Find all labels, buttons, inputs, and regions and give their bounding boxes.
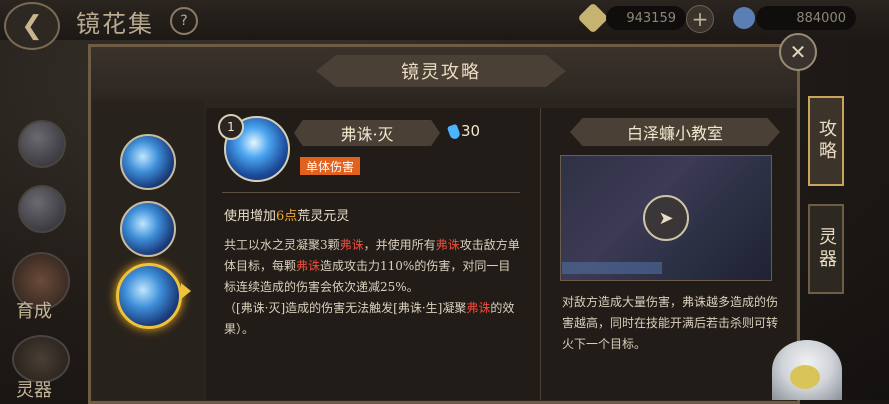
close-icon: ✕ (789, 40, 807, 64)
desc-part: ，并使用所有 (363, 238, 436, 252)
back-arrow-icon: ❮ (21, 11, 43, 41)
skill-orb-1[interactable] (120, 134, 176, 190)
tips-title-bar: 白泽蠊小教室 (570, 118, 780, 146)
desc-keyword: 弗诛 (466, 301, 491, 315)
tab-artifact[interactable]: 灵器 (808, 204, 844, 294)
desc-part: （[弗诛·灭]造成的伤害无法触发[弗诛·生]凝聚 (224, 301, 467, 315)
add-currency-button[interactable]: + (686, 5, 714, 33)
play-button[interactable]: ➤ (643, 195, 689, 241)
skill-name: 弗诛·灭 (340, 125, 394, 144)
close-button[interactable]: ✕ (779, 33, 817, 71)
tips-title: 白泽蠊小教室 (626, 124, 723, 143)
skill-orb-2[interactable] (120, 201, 176, 257)
skill-description: 共工以水之灵凝聚3颗弗诛，并使用所有弗诛攻击敌方单体目标，每颗弗诛造成攻击力11… (224, 235, 520, 340)
skill-orb-3-selected[interactable] (116, 263, 182, 329)
divider (222, 192, 520, 193)
skill-cost: 30 (461, 122, 481, 140)
skill-name-bar: 弗诛·灭 (294, 120, 440, 146)
tab-guide[interactable]: 攻略 (808, 96, 844, 186)
mascot-face (790, 365, 820, 389)
nav-item-artifact[interactable]: 灵器 (16, 376, 52, 402)
desc-keyword: 弗诛 (435, 238, 460, 252)
play-icon: ➤ (658, 207, 674, 229)
nav-orb-1[interactable] (18, 120, 66, 168)
selected-arrow-icon (181, 283, 191, 299)
video-caption-strip (562, 262, 662, 274)
nav-item-cultivate[interactable]: 育成 (16, 297, 52, 323)
upgrade-suffix: 荒灵元灵 (297, 209, 350, 224)
desc-part: 共工以水之灵凝聚3颗 (224, 238, 340, 252)
currency-2: 884000 (756, 6, 856, 30)
panel-title-bar: 镜灵攻略 (316, 55, 566, 87)
desc-keyword: 弗诛 (296, 259, 321, 273)
back-button[interactable]: ❮ (4, 2, 60, 50)
skill-type-tag: 单体伤害 (300, 157, 361, 175)
panel-title: 镜灵攻略 (401, 62, 481, 83)
nav-orb-2[interactable] (18, 185, 66, 233)
desc-keyword: 弗诛 (339, 238, 364, 252)
help-button[interactable]: ? (170, 7, 198, 35)
upgrade-highlight: 6点 (276, 209, 298, 224)
currency-1: 943159 (606, 6, 686, 30)
upgrade-prefix: 使用增加 (224, 209, 277, 224)
page-title: 镜花集 (76, 10, 154, 38)
column-divider (540, 108, 541, 400)
potion-icon (733, 7, 755, 29)
upgrade-line: 使用增加6点荒灵元灵 (224, 205, 349, 224)
tips-description: 对敌方造成大量伤害，弗诛越多造成的伤害越高，同时在技能开满后若击杀则可转火下一个… (562, 295, 779, 351)
skill-level-badge: 1 (218, 114, 244, 140)
